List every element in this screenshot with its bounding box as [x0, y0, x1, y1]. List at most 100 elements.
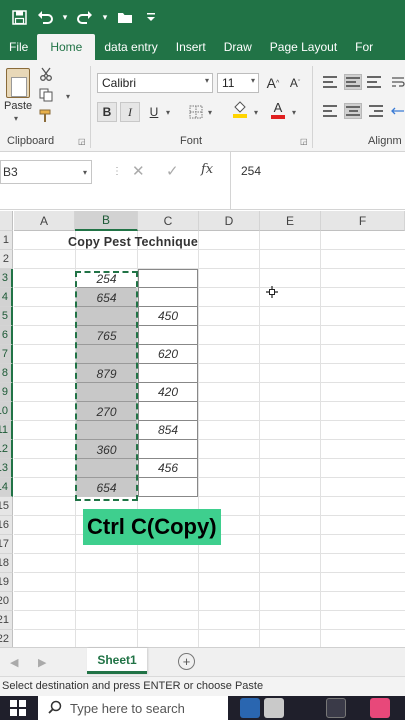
- borders-icon[interactable]: [186, 102, 206, 122]
- prev-sheet-icon[interactable]: ◀: [10, 656, 18, 669]
- font-color-dropdown-icon[interactable]: ▾: [292, 108, 296, 117]
- column-header-f[interactable]: F: [321, 211, 405, 231]
- align-center-icon[interactable]: [344, 103, 362, 119]
- row-header[interactable]: 2: [0, 250, 13, 269]
- row-header[interactable]: 22: [0, 630, 13, 647]
- cell-b[interactable]: [76, 459, 137, 478]
- cell-b[interactable]: 654: [76, 478, 137, 497]
- row-header[interactable]: 5: [0, 307, 13, 326]
- row-header[interactable]: 4: [0, 288, 13, 307]
- cell-c[interactable]: 420: [138, 383, 198, 402]
- merge-center-icon[interactable]: [390, 103, 405, 119]
- tab-formulas[interactable]: For: [346, 34, 382, 60]
- row-header[interactable]: 13: [0, 459, 13, 478]
- borders-dropdown-icon[interactable]: ▾: [208, 108, 212, 117]
- row-header[interactable]: 19: [0, 573, 13, 592]
- select-all-corner[interactable]: [0, 211, 13, 231]
- format-painter-icon[interactable]: [38, 108, 54, 124]
- cell-c[interactable]: [138, 288, 198, 307]
- tab-page-layout[interactable]: Page Layout: [261, 34, 346, 60]
- app-icon[interactable]: [264, 698, 284, 718]
- copy-dropdown-icon[interactable]: ▾: [66, 92, 70, 101]
- cell-c[interactable]: [138, 364, 198, 383]
- row-header[interactable]: 1: [0, 231, 13, 250]
- cell-c[interactable]: 854: [138, 421, 198, 440]
- wrap-text-icon[interactable]: [390, 74, 405, 90]
- formula-input[interactable]: 254: [230, 152, 405, 210]
- fill-color-icon[interactable]: [230, 100, 250, 120]
- cell-c[interactable]: 450: [138, 307, 198, 326]
- align-middle-icon[interactable]: [344, 74, 362, 90]
- undo-dropdown-icon[interactable]: ▾: [60, 12, 70, 23]
- customize-icon[interactable]: [140, 6, 162, 28]
- row-header[interactable]: 20: [0, 592, 13, 611]
- redo-icon[interactable]: [74, 6, 96, 28]
- sheet-title-cell[interactable]: Copy Pest Technique: [68, 235, 198, 249]
- tab-insert[interactable]: Insert: [167, 34, 215, 60]
- cell-c[interactable]: [138, 326, 198, 345]
- cell-b[interactable]: [76, 383, 137, 402]
- cell-c[interactable]: [138, 269, 198, 288]
- fill-color-dropdown-icon[interactable]: ▾: [254, 108, 258, 117]
- grow-font-button[interactable]: A ^: [263, 73, 283, 93]
- align-top-icon[interactable]: [322, 74, 340, 90]
- cell-b[interactable]: [76, 345, 137, 364]
- copilot-icon[interactable]: [370, 698, 390, 718]
- next-sheet-icon[interactable]: ▶: [38, 656, 46, 669]
- row-header[interactable]: 16: [0, 516, 13, 535]
- font-size-combo[interactable]: 11 ▾: [217, 73, 259, 93]
- cell-b[interactable]: 254: [76, 269, 137, 288]
- task-view-icon[interactable]: [326, 698, 346, 718]
- cancel-icon[interactable]: ✕: [132, 162, 145, 180]
- tab-draw[interactable]: Draw: [215, 34, 261, 60]
- column-header-a[interactable]: A: [14, 211, 75, 231]
- row-header[interactable]: 8: [0, 364, 13, 383]
- row-header[interactable]: 12: [0, 440, 13, 459]
- redo-dropdown-icon[interactable]: ▾: [100, 12, 110, 23]
- cell-b[interactable]: [76, 307, 137, 326]
- font-launcher-icon[interactable]: ◲: [300, 137, 308, 146]
- undo-icon[interactable]: [34, 6, 56, 28]
- tab-data-entry[interactable]: data entry: [95, 34, 166, 60]
- row-header[interactable]: 14: [0, 478, 13, 497]
- column-header-d[interactable]: D: [199, 211, 260, 231]
- shrink-font-button[interactable]: Aˇ: [285, 73, 305, 93]
- tab-file[interactable]: File: [0, 34, 37, 60]
- row-header[interactable]: 18: [0, 554, 13, 573]
- cell-c[interactable]: 620: [138, 345, 198, 364]
- row-header[interactable]: 9: [0, 383, 13, 402]
- cell-b[interactable]: 765: [76, 326, 137, 345]
- spreadsheet-grid[interactable]: A B C D E F Copy Pest Technique 12345678…: [0, 211, 405, 647]
- row-header[interactable]: 6: [0, 326, 13, 345]
- font-name-combo[interactable]: Calibri ▾: [97, 73, 213, 93]
- column-header-e[interactable]: E: [260, 211, 321, 231]
- name-box[interactable]: B3 ▾: [0, 160, 92, 184]
- folder-open-icon[interactable]: [114, 6, 136, 28]
- cell-b[interactable]: 360: [76, 440, 137, 459]
- copy-icon[interactable]: [38, 87, 54, 103]
- column-header-b[interactable]: B: [75, 211, 138, 231]
- add-sheet-icon[interactable]: +: [178, 653, 195, 670]
- enter-icon[interactable]: ✓: [166, 162, 179, 180]
- row-header[interactable]: 10: [0, 402, 13, 421]
- column-header-c[interactable]: C: [138, 211, 199, 231]
- align-bottom-icon[interactable]: [366, 74, 384, 90]
- cut-icon[interactable]: [38, 66, 54, 82]
- cell-b[interactable]: 879: [76, 364, 137, 383]
- underline-button[interactable]: U: [144, 102, 164, 122]
- bold-button[interactable]: B: [97, 102, 117, 122]
- row-header[interactable]: 17: [0, 535, 13, 554]
- cell-c[interactable]: [138, 440, 198, 459]
- paste-icon[interactable]: [6, 68, 30, 98]
- tab-home[interactable]: Home: [37, 34, 96, 60]
- cell-b[interactable]: 654: [76, 288, 137, 307]
- paste-dropdown-icon[interactable]: ▾: [14, 114, 18, 123]
- row-header[interactable]: 15: [0, 497, 13, 516]
- row-header[interactable]: 3: [0, 269, 13, 288]
- row-header[interactable]: 7: [0, 345, 13, 364]
- clipboard-launcher-icon[interactable]: ◲: [78, 137, 86, 146]
- cell-b[interactable]: [76, 421, 137, 440]
- cell-c[interactable]: [138, 478, 198, 497]
- taskbar-search[interactable]: Type here to search: [38, 696, 228, 720]
- cell-c[interactable]: 456: [138, 459, 198, 478]
